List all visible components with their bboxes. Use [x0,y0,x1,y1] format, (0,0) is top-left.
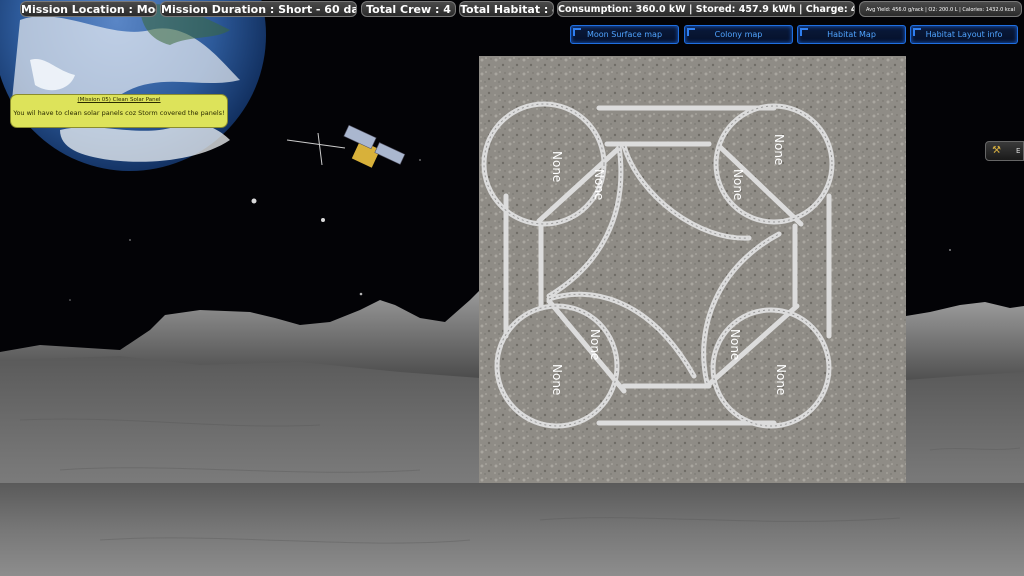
habitat-map-label: Habitat Map [827,30,876,39]
side-panel-tab[interactable]: ⚒ E [985,141,1024,161]
habitat-map-button[interactable]: Habitat Map [797,25,906,44]
module-label: None [728,329,742,360]
resource-stats-badge: Avg Yield: 456.0 g/rack | O2: 200.0 L | … [859,1,1022,17]
corner-bracket-icon [913,28,921,36]
habitat-layout-map[interactable]: None None None None None None None None [479,56,906,483]
status-bar: Mission Location : Moon Mission Duration… [0,0,1024,18]
habitat-layout-info-button[interactable]: Habitat Layout info [910,25,1018,44]
module-label: None [588,329,602,360]
module-label: None [774,364,788,395]
module-label: None [550,364,564,395]
module-label: None [772,134,786,165]
module-label: None [550,151,564,182]
corner-bracket-icon [800,28,808,36]
mission-duration-badge: Mission Duration : Short - 60 days [160,1,357,17]
moon-surface-map-button[interactable]: Moon Surface map [570,25,679,44]
colony-map-button[interactable]: Colony map [684,25,793,44]
power-status-badge: Consumption: 360.0 kW | Stored: 457.9 kW… [557,1,855,17]
module-label: None [592,169,606,200]
mission-location-badge: Mission Location : Moon [20,1,157,17]
mission-description: You wil have to clean solar panels coz S… [13,109,225,117]
module-label: None [731,169,745,200]
mission-notification[interactable]: (Mission 05) Clean Solar Panel You wil h… [10,94,228,128]
side-tab-label: E [1016,147,1021,155]
habitat-layout-info-label: Habitat Layout info [925,30,1003,39]
total-habitat-badge: Total Habitat : 4 [459,1,554,17]
corner-bracket-icon [687,28,695,36]
colony-map-label: Colony map [714,30,763,39]
total-crew-badge: Total Crew : 4 [361,1,456,17]
mission-title: (Mission 05) Clean Solar Panel [77,97,161,103]
moon-surface-map-label: Moon Surface map [586,30,663,39]
toolbox-icon: ⚒ [992,145,1001,156]
corner-bracket-icon [573,28,581,36]
